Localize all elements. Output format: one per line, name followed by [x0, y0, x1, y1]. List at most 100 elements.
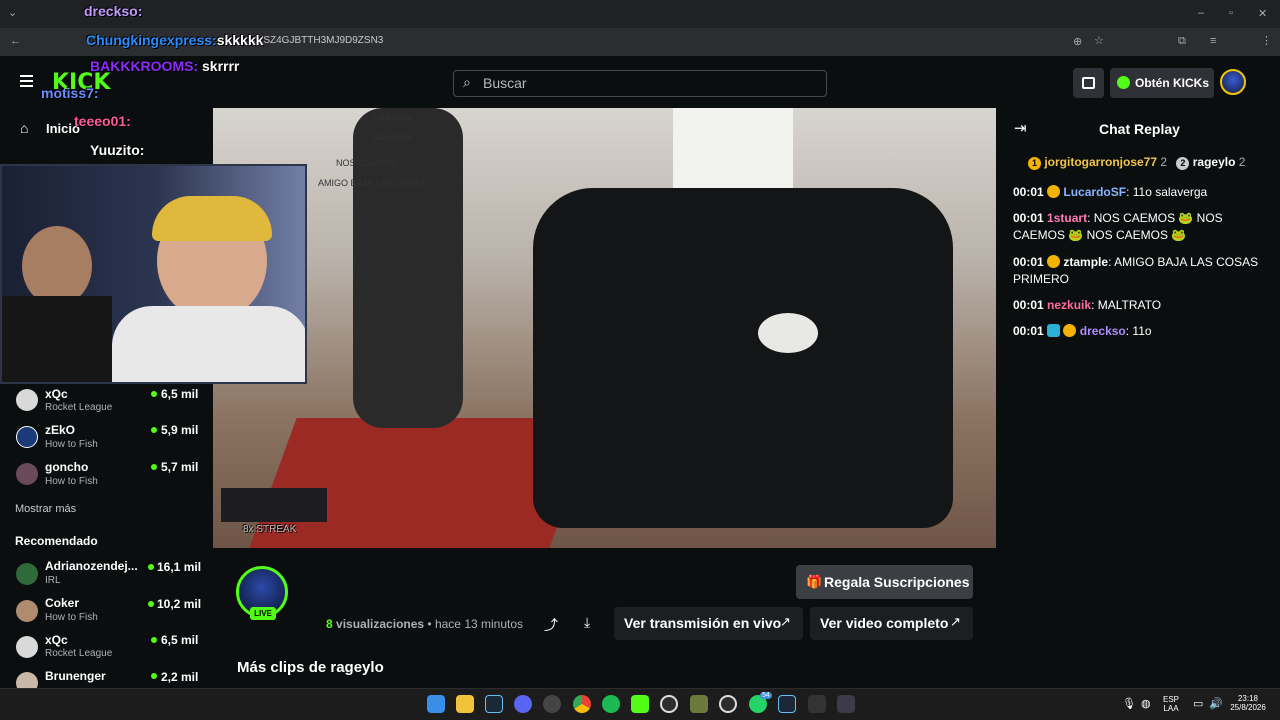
browse-button[interactable] [1073, 68, 1104, 98]
badge-icon [1047, 255, 1061, 268]
maximize-icon[interactable]: ▫ [1229, 7, 1233, 19]
badge-icon [1063, 324, 1077, 337]
subscriber-badge-icon [1047, 324, 1061, 337]
clock-time: 23:18 [1237, 694, 1259, 703]
chat-message: 00:01 ztample: AMIGO BAJA LAS COSAS PRIM… [1013, 254, 1263, 288]
avatar[interactable] [16, 389, 38, 411]
views-label: visualizaciones [336, 617, 425, 631]
avatar[interactable] [16, 426, 38, 448]
overlay-chat-user: drecksо: [84, 3, 143, 19]
spotify-icon[interactable] [602, 695, 620, 713]
badge-icon [1047, 185, 1061, 198]
language-top: ESP [1163, 695, 1180, 704]
windows-start-icon[interactable] [427, 695, 445, 713]
viewer-count: 16,1 mil [157, 560, 202, 574]
extensions-icon[interactable]: ⧉ [1178, 35, 1186, 48]
gifter-count: 2 [1238, 155, 1246, 169]
avatar[interactable] [16, 563, 38, 585]
live-indicator [151, 673, 157, 679]
message-user[interactable]: nezkuik [1047, 298, 1091, 312]
close-window-icon[interactable]: ✕ [1258, 7, 1267, 20]
top-gifters: 1 jorgitogarronjose77 2 2 rageylo 2 [1028, 155, 1245, 170]
user-avatar[interactable] [1220, 69, 1246, 95]
overlay-chat-user: Yuuzito: [90, 142, 145, 158]
download-icon[interactable]: ⤓ [584, 614, 590, 631]
minimize-icon[interactable]: – [1198, 7, 1204, 19]
channel-game: Rocket League [45, 402, 113, 413]
live-indicator [151, 637, 157, 643]
viewer-count: 2,2 mil [161, 670, 199, 684]
gifter-name[interactable]: rageylo [1193, 155, 1236, 169]
gifter-name[interactable]: jorgitogarronjose77 [1044, 155, 1157, 169]
channel-game: How to Fish [45, 612, 98, 623]
avatar[interactable] [16, 463, 38, 485]
channel-name[interactable]: Brunenger [45, 669, 106, 683]
url-field[interactable]: VYSZ4GJBTTH3MJ9D9ZSN3 [250, 35, 383, 46]
gifter-count: 2 [1160, 155, 1168, 169]
file-explorer-icon[interactable] [456, 695, 474, 713]
notification-badge: 54 [760, 692, 772, 699]
message-text: : NOS CAEMOS 🐸 NOS CAEMOS 🐸 NOS CAEMOS 🐸 [1013, 211, 1223, 242]
browser-menu-icon[interactable]: ⋮ [1261, 34, 1272, 47]
live-indicator [151, 427, 157, 433]
channel-game: IRL [45, 575, 61, 586]
channel-name[interactable]: Adrianozendej... [45, 559, 142, 573]
search-placeholder: Buscar [483, 75, 527, 91]
recommended-heading: Recomendado [15, 534, 98, 548]
message-time: 00:01 [1013, 211, 1044, 225]
overlay-chat-user: motiss7: [41, 85, 99, 101]
channel-name[interactable]: goncho [45, 460, 88, 474]
viewer-count: 6,5 mil [161, 633, 199, 647]
avatar[interactable] [16, 600, 38, 622]
app-icon[interactable] [543, 695, 561, 713]
discord-icon[interactable] [514, 695, 532, 713]
chat-title: Chat Replay [1099, 121, 1180, 137]
message-time: 00:01 [1013, 185, 1044, 199]
message-time: 00:01 [1013, 324, 1044, 338]
streak-label: 8x STREAK [243, 524, 297, 535]
channel-name[interactable]: xQc [45, 633, 68, 647]
share-icon[interactable]: ⤴ [544, 615, 558, 635]
network-icon[interactable]: ◍ [1141, 697, 1151, 710]
volume-icon[interactable]: 🔊 [1209, 697, 1223, 710]
channel-name[interactable]: xQc [45, 387, 68, 401]
bookmark-star-icon[interactable]: ☆ [1094, 34, 1104, 47]
steam-icon[interactable] [778, 695, 796, 713]
tab-list-icon[interactable]: ⌄ [8, 6, 17, 19]
channel-name[interactable]: Coker [45, 596, 79, 610]
viewer-count: 6,5 mil [161, 387, 199, 401]
message-user[interactable]: LucardoSF [1063, 185, 1126, 199]
chrome-icon[interactable] [573, 695, 591, 713]
stream-chat-line: NOS CAEMOS [336, 158, 398, 168]
microphone-icon[interactable]: 🎙 [1122, 697, 1136, 710]
language-indicator[interactable]: ESP LAA [1163, 695, 1179, 713]
back-icon[interactable]: ← [10, 35, 21, 47]
kick-app-icon[interactable] [631, 695, 649, 713]
playlist-icon[interactable]: ≡ [1210, 35, 1216, 47]
app-icon[interactable] [660, 695, 678, 713]
message-user[interactable]: 1stuart [1047, 211, 1087, 225]
rank-2-icon: 2 [1176, 157, 1190, 170]
clock[interactable]: 23:18 25/8/2026 [1226, 694, 1270, 712]
avatar[interactable] [16, 636, 38, 658]
app-icon[interactable] [690, 695, 708, 713]
gift-subs-label: Regala Suscripciones [824, 574, 970, 590]
channel-game: How to Fish [45, 439, 98, 450]
hamburger-menu-icon[interactable] [20, 75, 33, 87]
display-icon[interactable]: ▭ [1193, 697, 1203, 710]
zoom-icon[interactable]: ⊕ [1073, 35, 1082, 48]
message-user[interactable]: ztample [1063, 255, 1108, 269]
browser-tab-bar: ⌄ – ▫ ✕ [0, 0, 1280, 28]
app-icon[interactable] [837, 695, 855, 713]
steam-icon[interactable] [485, 695, 503, 713]
video-player[interactable]: 8x STREAK salaverga salaverga NOS CAEMOS… [213, 108, 996, 548]
collapse-chat-icon[interactable]: ⇥ [1014, 119, 1027, 137]
app-icon[interactable] [808, 695, 826, 713]
channel-game: How to Fish [45, 476, 98, 487]
app-icon[interactable] [719, 695, 737, 713]
overlay-chat-line: Chungkingexpress:skkkkk [86, 32, 264, 48]
channel-name[interactable]: zEkO [45, 423, 75, 437]
message-user[interactable]: drecksо [1080, 324, 1126, 338]
show-more-link[interactable]: Mostrar más [15, 503, 76, 515]
message-text: : 11o [1125, 324, 1152, 338]
